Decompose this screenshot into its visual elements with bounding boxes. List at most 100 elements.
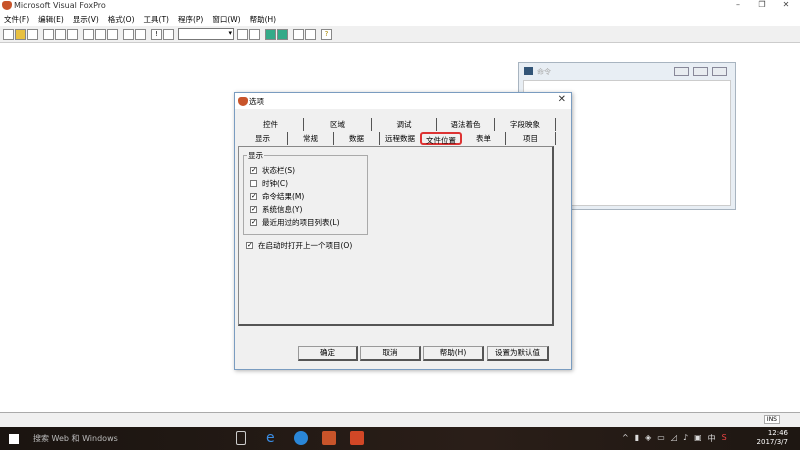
taskbar-search[interactable]: 搜索 Web 和 Windows: [24, 427, 224, 450]
sogou-ime-icon[interactable]: S: [722, 433, 727, 444]
checkbox-clock[interactable]: 时钟(C): [250, 177, 340, 190]
menu-edit[interactable]: 编辑(E): [34, 12, 69, 26]
autoreport-icon[interactable]: [305, 28, 316, 40]
checkbox-label: 命令结果(M): [262, 192, 305, 201]
restore-button[interactable]: ❐: [750, 0, 774, 12]
tab-data[interactable]: 数据: [334, 132, 380, 145]
security-icon[interactable]: ◈: [645, 433, 651, 444]
database-combo[interactable]: [178, 28, 234, 40]
print-icon[interactable]: [43, 28, 54, 40]
command-close-button[interactable]: [712, 67, 727, 76]
menu-format[interactable]: 格式(O): [104, 12, 140, 26]
tab-display[interactable]: 显示: [238, 132, 288, 145]
command-minimize-button[interactable]: [674, 67, 689, 76]
checkbox-label: 最近用过的项目列表(L): [262, 218, 340, 227]
show-hidden-icons[interactable]: ^: [622, 433, 629, 444]
checkbox-system-messages[interactable]: ✓ 系统信息(Y): [250, 203, 340, 216]
tab-general[interactable]: 常规: [288, 132, 334, 145]
menu-tools[interactable]: 工具(T): [140, 12, 174, 26]
tab-field-mapping[interactable]: 字段映象: [495, 118, 556, 131]
foxpro-taskbar-icon[interactable]: [322, 431, 336, 445]
network-icon[interactable]: ▮: [635, 433, 639, 444]
redo-icon[interactable]: [135, 28, 146, 40]
checkbox-label: 状态栏(S): [262, 166, 296, 175]
tabs-row-2: 显示 常规 数据 远程数据 文件位置 表单 项目: [238, 132, 556, 145]
set-default-button[interactable]: 设置为默认值: [487, 346, 549, 361]
title-bar: Microsoft Visual FoxPro – ❐ ✕: [0, 0, 800, 12]
form-wizard-icon[interactable]: [265, 28, 276, 40]
ok-button[interactable]: 确定: [298, 346, 358, 361]
powerpoint-icon[interactable]: [350, 431, 364, 445]
checkbox-box[interactable]: [250, 180, 257, 187]
menu-bar: 文件(F) 编辑(E) 显示(V) 格式(O) 工具(T) 程序(P) 窗口(W…: [0, 12, 800, 26]
help-button[interactable]: 帮助(H): [423, 346, 484, 361]
tab-debug[interactable]: 调试: [372, 118, 437, 131]
close-button[interactable]: ✕: [774, 0, 798, 12]
undo-icon[interactable]: [123, 28, 134, 40]
tab-syntax-coloring[interactable]: 语法着色: [437, 118, 495, 131]
app-title: Microsoft Visual FoxPro: [14, 1, 106, 10]
checkbox-box[interactable]: ✓: [250, 219, 257, 226]
volume-icon[interactable]: ♪: [683, 433, 688, 444]
help-icon[interactable]: ?: [321, 28, 332, 40]
checkbox-box[interactable]: ✓: [250, 206, 257, 213]
foxpro-logo-icon: [2, 1, 12, 10]
tab-file-locations[interactable]: 文件位置: [420, 132, 462, 145]
report-wizard-icon[interactable]: [277, 28, 288, 40]
open-icon[interactable]: [15, 28, 26, 40]
wifi-icon[interactable]: ◿: [671, 433, 677, 444]
ime-indicator[interactable]: 中: [708, 433, 716, 444]
group-label: 显示: [247, 150, 264, 161]
message-icon[interactable]: ▣: [694, 433, 702, 444]
dialog-title-bar: 选项 ✕: [235, 93, 571, 109]
menu-file[interactable]: 文件(F): [0, 12, 34, 26]
windows-start-icon[interactable]: [9, 434, 19, 444]
minimize-button[interactable]: –: [726, 0, 750, 12]
checkbox-label: 系统信息(Y): [262, 205, 303, 214]
checkbox-status-bar[interactable]: ✓ 状态栏(S): [250, 164, 340, 177]
menu-view[interactable]: 显示(V): [69, 12, 104, 26]
checkbox-command-results[interactable]: ✓ 命令结果(M): [250, 190, 340, 203]
clock[interactable]: 12:46 2017/3/7: [757, 429, 788, 447]
paste-icon[interactable]: [107, 28, 118, 40]
checkbox-recent-projects[interactable]: ✓ 最近用过的项目列表(L): [250, 216, 340, 229]
tab-controls[interactable]: 控件: [238, 118, 304, 131]
menu-program[interactable]: 程序(P): [174, 12, 208, 26]
run-icon[interactable]: !: [151, 28, 162, 40]
foxpro-logo-icon: [238, 97, 248, 106]
command-window-icon: [524, 67, 533, 75]
dialog-close-button[interactable]: ✕: [558, 94, 566, 105]
checkbox-label: 时钟(C): [262, 179, 289, 188]
tab-regional[interactable]: 区域: [304, 118, 372, 131]
menu-window[interactable]: 窗口(W): [208, 12, 245, 26]
autoform-icon[interactable]: [293, 28, 304, 40]
taskbar: 搜索 Web 和 Windows e ^ ▮ ◈ ▭ ◿ ♪ ▣ 中 S 12:…: [0, 427, 800, 450]
cut-icon[interactable]: [83, 28, 94, 40]
menu-help[interactable]: 帮助(H): [246, 12, 282, 26]
options-dialog: 选项 ✕ 控件 区域 调试 语法着色 字段映象 显示 常规 数据 远程数据 文件…: [234, 92, 572, 370]
sogou-browser-icon[interactable]: [294, 431, 308, 445]
modify-form-icon[interactable]: [163, 28, 174, 40]
checkbox-open-last-project[interactable]: ✓ 在启动时打开上一个项目(O): [246, 239, 352, 252]
print-preview-icon[interactable]: [55, 28, 66, 40]
tab-remote-data[interactable]: 远程数据: [380, 132, 420, 145]
command-window-icon[interactable]: [237, 28, 248, 40]
command-window-title: 命令: [537, 68, 551, 76]
copy-icon[interactable]: [95, 28, 106, 40]
spell-check-icon[interactable]: [67, 28, 78, 40]
checkbox-box[interactable]: ✓: [250, 167, 257, 174]
new-icon[interactable]: [3, 28, 14, 40]
tab-forms[interactable]: 表单: [462, 132, 506, 145]
tab-projects[interactable]: 项目: [506, 132, 556, 145]
edge-icon[interactable]: e: [266, 431, 280, 445]
battery-icon[interactable]: ▭: [657, 433, 665, 444]
command-maximize-button[interactable]: [693, 67, 708, 76]
checkbox-box[interactable]: ✓: [246, 242, 253, 249]
checkbox-box[interactable]: ✓: [250, 193, 257, 200]
task-view-icon[interactable]: [236, 431, 246, 445]
checkbox-label: 在启动时打开上一个项目(O): [258, 241, 353, 250]
status-bar: INS: [0, 412, 800, 427]
cancel-button[interactable]: 取消: [360, 346, 421, 361]
data-session-icon[interactable]: [249, 28, 260, 40]
save-icon[interactable]: [27, 28, 38, 40]
